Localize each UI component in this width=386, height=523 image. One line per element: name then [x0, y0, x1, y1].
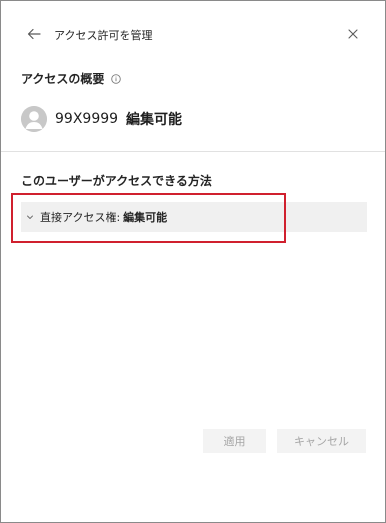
person-avatar-icon	[21, 106, 47, 132]
back-button[interactable]	[25, 25, 43, 43]
info-icon[interactable]	[111, 73, 122, 84]
apply-button[interactable]: 適用	[203, 429, 266, 453]
direct-access-label: 直接アクセス権:	[40, 211, 121, 224]
manage-access-panel: アクセス許可を管理 アクセスの概要 99X9999 編集可能 このユーザーがアク…	[0, 0, 386, 523]
direct-access-row[interactable]: 直接アクセス権: 編集可能	[21, 202, 367, 232]
chevron-down-icon[interactable]	[26, 213, 34, 221]
access-method-heading: このユーザーがアクセスできる方法	[21, 174, 212, 188]
panel-title: アクセス許可を管理	[54, 29, 153, 42]
panel-header: アクセス許可を管理	[1, 23, 385, 47]
close-button[interactable]	[345, 26, 361, 42]
access-overview-heading: アクセスの概要	[21, 70, 122, 87]
user-name: 99X9999	[55, 111, 119, 127]
cancel-button[interactable]: キャンセル	[277, 429, 366, 453]
user-summary: 99X9999 編集可能	[21, 105, 182, 133]
close-icon	[348, 29, 358, 39]
user-permission: 編集可能	[126, 112, 183, 128]
section-divider	[1, 151, 385, 152]
access-overview-title: アクセスの概要	[21, 72, 105, 86]
direct-access-value: 編集可能	[123, 211, 168, 224]
arrow-left-icon	[27, 28, 41, 40]
